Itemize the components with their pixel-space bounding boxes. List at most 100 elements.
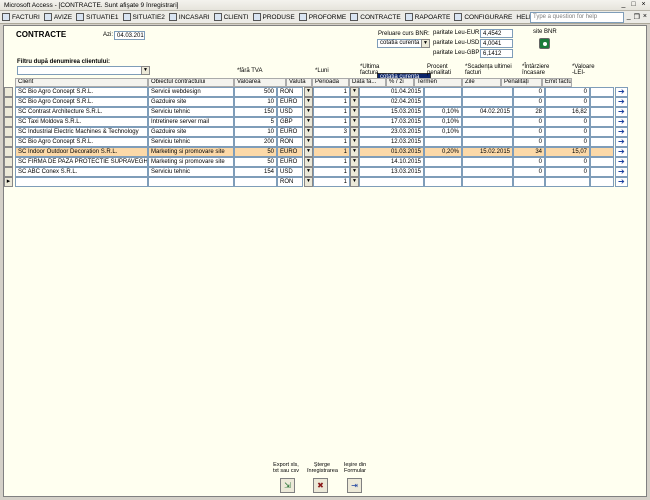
chevron-down-icon[interactable]: ▼ bbox=[350, 137, 359, 147]
doc-restore-icon[interactable]: ❐ bbox=[634, 13, 640, 21]
cell-data[interactable]: 13.03.2015 bbox=[359, 167, 424, 177]
client-filter-select[interactable] bbox=[17, 66, 150, 75]
row-selector[interactable] bbox=[4, 147, 13, 157]
cell-termen[interactable] bbox=[462, 177, 513, 187]
cell-client[interactable]: SC Bio Agro Concept S.R.L. bbox=[15, 97, 148, 107]
chevron-down-icon[interactable]: ▼ bbox=[304, 147, 313, 157]
row-selector[interactable] bbox=[4, 157, 13, 167]
cell-valoare[interactable]: 50 bbox=[234, 157, 277, 167]
arrow-right-icon[interactable] bbox=[615, 127, 628, 137]
cell-data[interactable]: 02.04.2015 bbox=[359, 97, 424, 107]
column-header[interactable]: Zile bbox=[462, 78, 501, 87]
cell-zile[interactable]: 0 bbox=[513, 117, 545, 127]
cell-procent[interactable] bbox=[424, 167, 462, 177]
cell-valoare[interactable]: 50 bbox=[234, 147, 277, 157]
row-selector[interactable]: ▸ bbox=[4, 177, 13, 187]
chevron-down-icon[interactable]: ▼ bbox=[304, 177, 313, 187]
arrow-right-icon[interactable] bbox=[615, 177, 628, 187]
cell-valoare[interactable] bbox=[234, 177, 277, 187]
delete-record-button[interactable]: ✖ bbox=[313, 478, 328, 493]
cell-procent[interactable] bbox=[424, 157, 462, 167]
chevron-down-icon[interactable]: ▼ bbox=[304, 157, 313, 167]
cell-obiect[interactable]: Gazduire site bbox=[148, 97, 234, 107]
arrow-right-icon[interactable] bbox=[615, 137, 628, 147]
cell-client[interactable]: SC Bio Agro Concept S.R.L. bbox=[15, 137, 148, 147]
row-selector[interactable] bbox=[4, 117, 13, 127]
cell-procent[interactable]: 0,10% bbox=[424, 127, 462, 137]
menu-item-produse[interactable]: PRODUSE bbox=[252, 13, 295, 21]
cell-perioada[interactable]: 1 bbox=[313, 117, 350, 127]
close-icon[interactable]: × bbox=[639, 1, 648, 10]
cell-zile[interactable]: 0 bbox=[513, 137, 545, 147]
cell-procent[interactable] bbox=[424, 87, 462, 97]
cell-zile[interactable]: 0 bbox=[513, 157, 545, 167]
cell-obiect[interactable]: Marketing si promovare site bbox=[148, 157, 234, 167]
cell-termen[interactable] bbox=[462, 127, 513, 137]
column-header[interactable]: Perioada bbox=[312, 78, 349, 87]
cell-procent[interactable] bbox=[424, 177, 462, 187]
column-header[interactable]: Emit factura bbox=[542, 78, 572, 87]
row-selector[interactable] bbox=[4, 87, 13, 97]
column-header[interactable]: Termen bbox=[414, 78, 462, 87]
cell-valoare[interactable]: 10 bbox=[234, 127, 277, 137]
cell-client[interactable]: SC Contrast Architecture S.R.L. bbox=[15, 107, 148, 117]
cell-client[interactable]: SC FIRMA DE PAZA PROTECTIE SUPRAVEGH bbox=[15, 157, 148, 167]
cell-obiect[interactable]: Gazduire site bbox=[148, 127, 234, 137]
cell-valuta[interactable]: RON bbox=[277, 177, 303, 187]
cell-termen[interactable] bbox=[462, 137, 513, 147]
cell-zile[interactable] bbox=[513, 177, 545, 187]
cell-penalitati[interactable]: 0 bbox=[545, 97, 590, 107]
cell-valuta[interactable]: USD bbox=[277, 107, 303, 117]
doc-minimize-icon[interactable]: _ bbox=[627, 13, 631, 21]
row-selector[interactable] bbox=[4, 107, 13, 117]
cell-data[interactable]: 23.03.2015 bbox=[359, 127, 424, 137]
cell-penalitati[interactable]: 0 bbox=[545, 127, 590, 137]
cell-perioada[interactable]: 1 bbox=[313, 147, 350, 157]
cell-valoare[interactable]: 150 bbox=[234, 107, 277, 117]
arrow-right-icon[interactable] bbox=[615, 117, 628, 127]
cell-zile[interactable]: 0 bbox=[513, 97, 545, 107]
chevron-down-icon[interactable]: ▼ bbox=[141, 66, 150, 75]
cell-obiect[interactable]: Serviciu tehnic bbox=[148, 167, 234, 177]
doc-close-icon[interactable]: × bbox=[643, 13, 647, 21]
menu-item-contracte[interactable]: CONTRACTE bbox=[350, 13, 401, 21]
chevron-down-icon[interactable]: ▼ bbox=[350, 167, 359, 177]
menu-item-situatie2[interactable]: SITUATIE2 bbox=[122, 13, 165, 21]
row-selector[interactable] bbox=[4, 167, 13, 177]
chevron-down-icon[interactable]: ▼ bbox=[304, 117, 313, 127]
chevron-down-icon[interactable]: ▼ bbox=[350, 107, 359, 117]
cell-zile[interactable]: 0 bbox=[513, 127, 545, 137]
menu-item-facturi[interactable]: FACTURI bbox=[2, 13, 40, 21]
cell-termen[interactable]: 15.02.2015 bbox=[462, 147, 513, 157]
cell-penalitati[interactable] bbox=[545, 177, 590, 187]
cell-zile[interactable]: 0 bbox=[513, 87, 545, 97]
cell-client[interactable]: SC Taxi Moldova S.R.L. bbox=[15, 117, 148, 127]
cell-procent[interactable]: 0,10% bbox=[424, 107, 462, 117]
cell-client[interactable]: SC Indoor Outdoor Decoration S.R.L. bbox=[15, 147, 148, 157]
cell-procent[interactable]: 0,20% bbox=[424, 147, 462, 157]
row-selector[interactable] bbox=[4, 137, 13, 147]
column-header[interactable]: Data fa... bbox=[349, 78, 386, 87]
bnr-site-icon[interactable] bbox=[539, 38, 550, 49]
cell-valuta[interactable]: EURO bbox=[277, 127, 303, 137]
cell-obiect[interactable]: Intretinere server mail bbox=[148, 117, 234, 127]
menu-item-incasari[interactable]: INCASARI bbox=[168, 13, 210, 21]
cell-data[interactable]: 01.03.2015 bbox=[359, 147, 424, 157]
help-search-input[interactable]: Type a question for help bbox=[530, 12, 624, 23]
chevron-down-icon[interactable]: ▼ bbox=[350, 117, 359, 127]
cell-perioada[interactable]: 1 bbox=[313, 177, 350, 187]
chevron-down-icon[interactable]: ▼ bbox=[421, 39, 430, 48]
cell-obiect[interactable] bbox=[148, 177, 234, 187]
cell-valuta[interactable]: RON bbox=[277, 137, 303, 147]
cell-perioada[interactable]: 1 bbox=[313, 107, 350, 117]
menu-item-configurare[interactable]: CONFIGURARE bbox=[454, 13, 512, 21]
cell-perioada[interactable]: 1 bbox=[313, 167, 350, 177]
cell-termen[interactable]: 04.02.2015 bbox=[462, 107, 513, 117]
minimize-icon[interactable]: _ bbox=[619, 1, 628, 10]
cell-data[interactable]: 12.03.2015 bbox=[359, 137, 424, 147]
cell-termen[interactable] bbox=[462, 157, 513, 167]
column-header[interactable]: Penalitați bbox=[501, 78, 542, 87]
column-header[interactable]: Client bbox=[15, 78, 148, 87]
cell-penalitati[interactable]: 0 bbox=[545, 137, 590, 147]
chevron-down-icon[interactable]: ▼ bbox=[304, 127, 313, 137]
